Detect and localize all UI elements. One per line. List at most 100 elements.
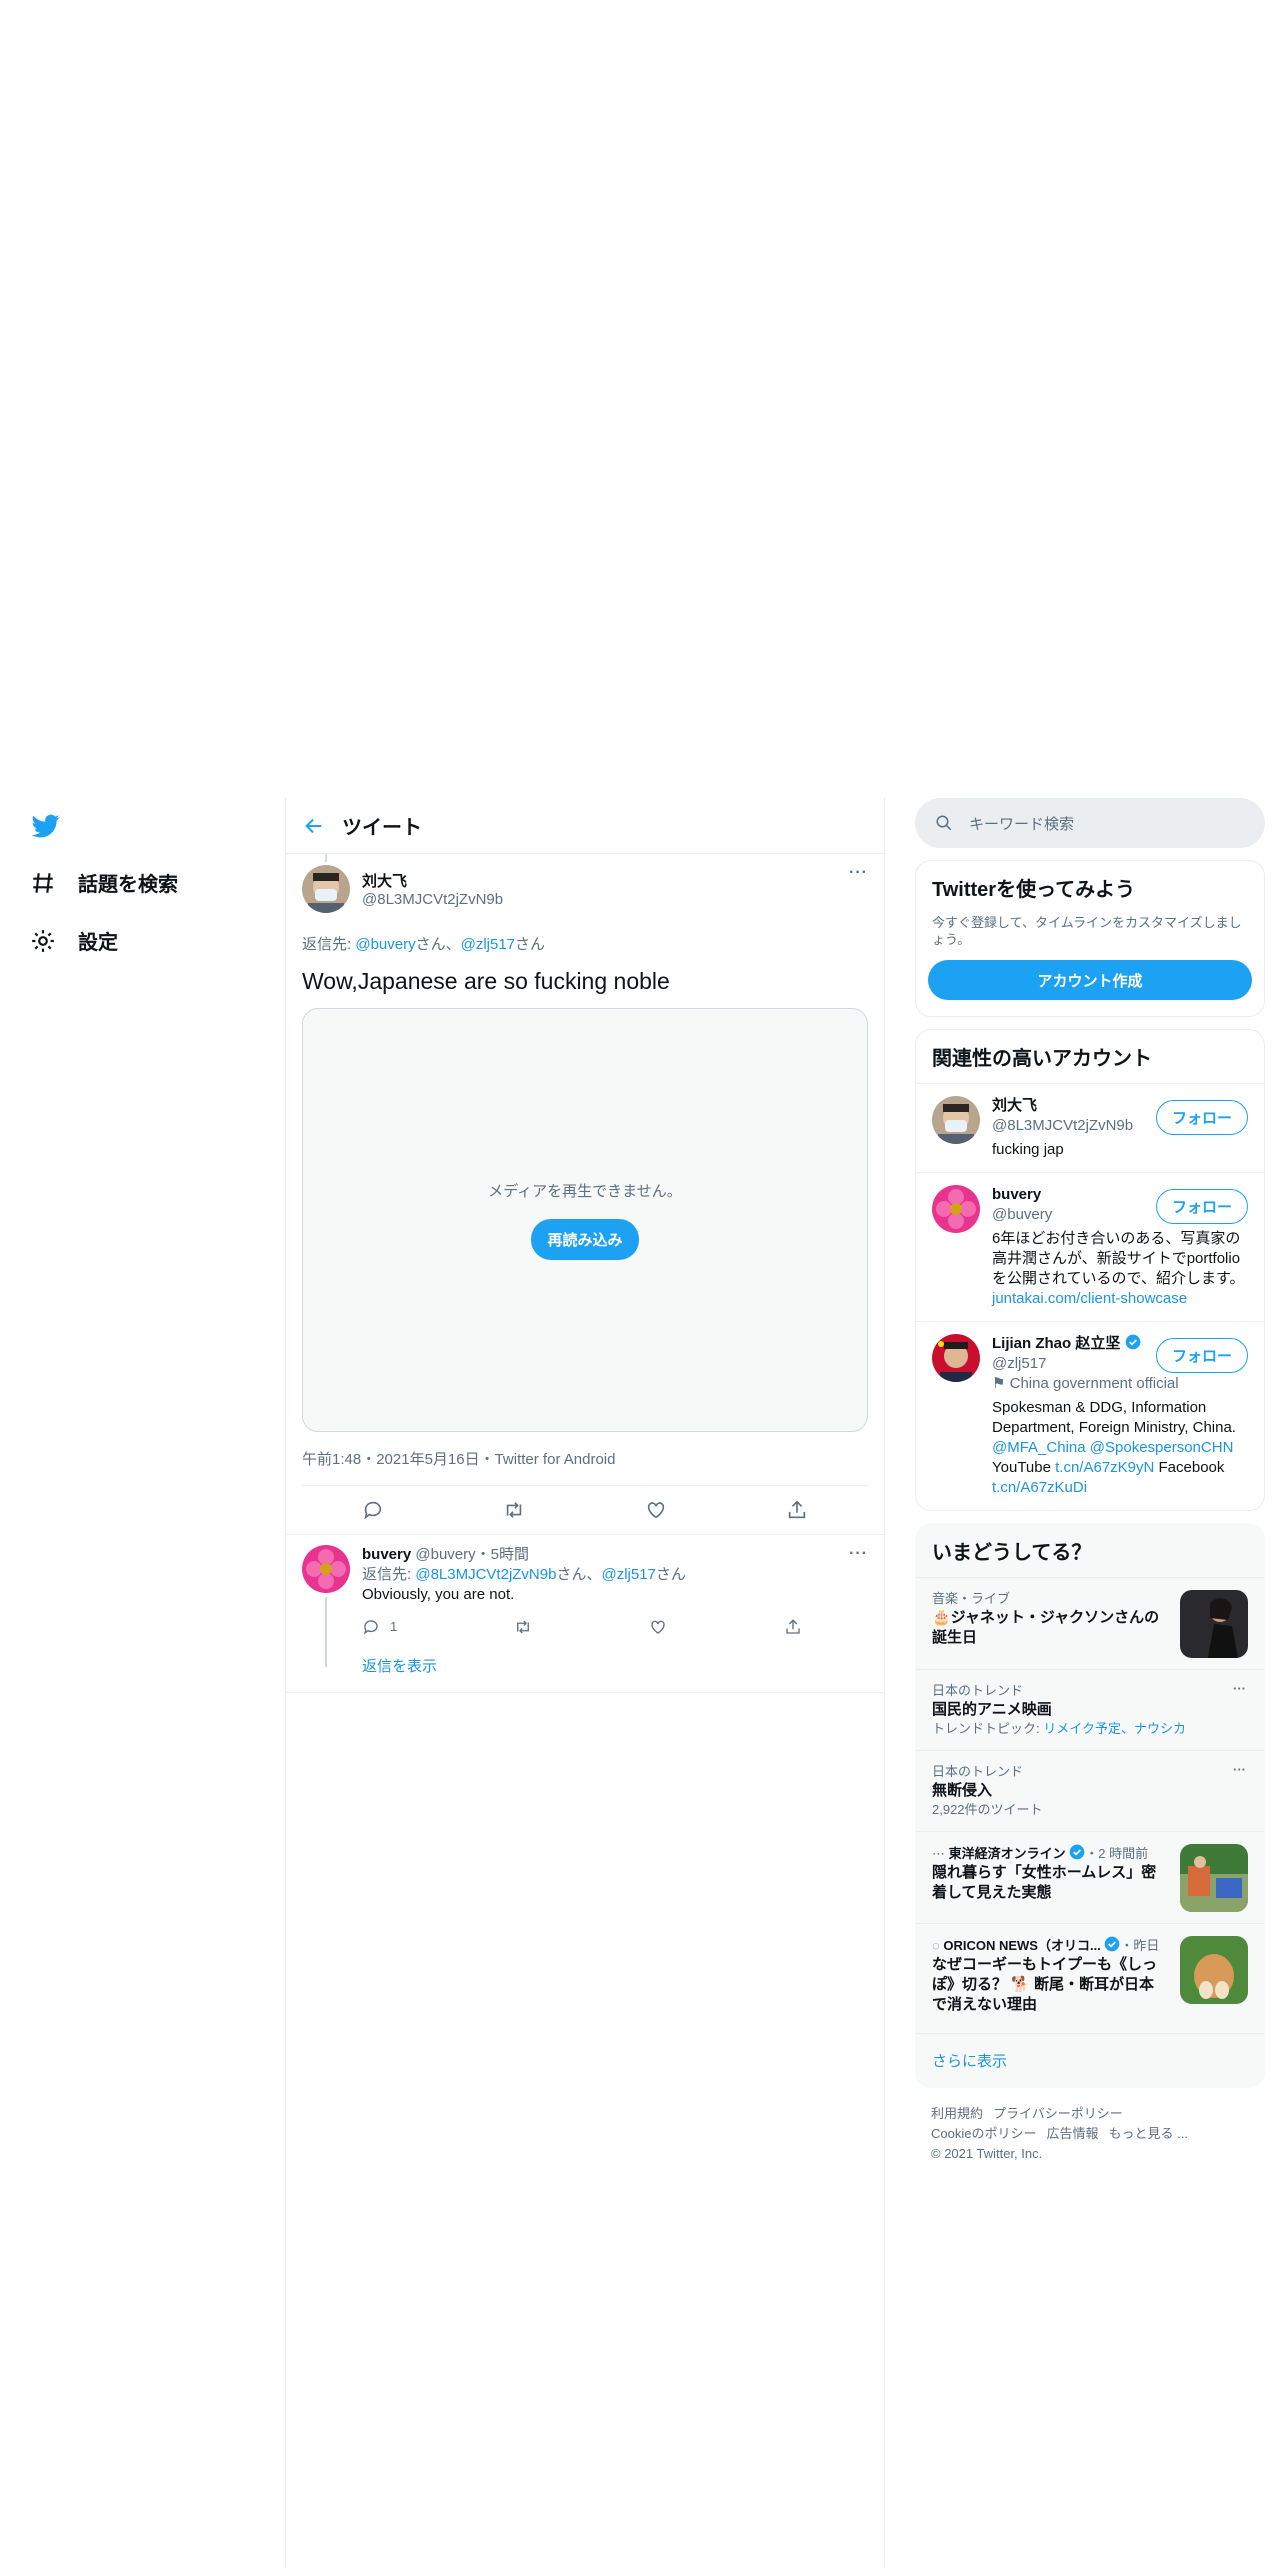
- bio-facebook-label: Facebook: [1154, 1459, 1225, 1476]
- retweet-icon: [517, 1620, 530, 1634]
- trend-topic-link[interactable]: リメイク予定、ナウシカ: [1043, 1721, 1186, 1736]
- reply-tweet[interactable]: ··· buvery @buvery・5時間 返信先: @8L3MJCVt2jZ…: [286, 1535, 884, 1693]
- retweet-action[interactable]: [514, 1617, 532, 1637]
- thread-line: [325, 1597, 327, 1667]
- avatar[interactable]: [932, 1334, 980, 1382]
- back-button[interactable]: [286, 798, 342, 854]
- share-action[interactable]: [784, 1617, 802, 1637]
- news-time: ・昨日: [1120, 1938, 1160, 1953]
- account-bio: fucking jap: [992, 1141, 1064, 1158]
- more-options-icon[interactable]: ···: [849, 864, 868, 882]
- account-item[interactable]: buvery @buvery 6年ほどお付き合いのある、写真家の高井潤さんが、新…: [916, 1172, 1264, 1321]
- trend-tweet-count: 2,922件のツイート: [932, 1802, 1043, 1817]
- reply-user-link[interactable]: @zlj517: [461, 936, 515, 953]
- media-error-message: メディアを再生できません。: [488, 1183, 682, 1200]
- footer-link[interactable]: 広告情報: [1046, 2126, 1098, 2141]
- bio-facebook-link[interactable]: t.cn/A67zKuDi: [992, 1479, 1087, 1496]
- reply-time[interactable]: ・5時間: [476, 1546, 529, 1563]
- footer-links-row: Cookieのポリシー 広告情報 もっと見る ...: [931, 2124, 1249, 2144]
- bio-mention-link[interactable]: @MFA_China: [992, 1439, 1086, 1456]
- nav-explore-label: 話題を検索: [78, 874, 178, 896]
- more-options-icon[interactable]: ···: [849, 1545, 868, 1563]
- trend-item[interactable]: ··· 日本のトレンド 無断侵入 2,922件のツイート: [916, 1750, 1264, 1831]
- account-item[interactable]: 刘大飞 @8L3MJCVt2jZvN9b fucking jap フォロー: [916, 1083, 1264, 1172]
- media-player[interactable]: メディアを再生できません。 再読み込み: [302, 1008, 868, 1432]
- more-options-icon[interactable]: ···: [1233, 1761, 1246, 1779]
- reply-to-line: 返信先: @8L3MJCVt2jZvN9bさん、@zlj517さん: [362, 1565, 868, 1585]
- reply-author-handle[interactable]: @buvery: [415, 1546, 475, 1563]
- reply-user-link[interactable]: @zlj517: [601, 1566, 655, 1583]
- share-icon[interactable]: [786, 1499, 808, 1521]
- avatar[interactable]: [302, 1545, 350, 1593]
- avatar[interactable]: [932, 1185, 980, 1233]
- reply-author-name[interactable]: buvery: [362, 1546, 411, 1563]
- news-thumbnail: [1180, 1844, 1248, 1912]
- news-source: 東洋経済オンライン: [948, 1846, 1066, 1861]
- account-bio-link[interactable]: juntakai.com/client-showcase: [992, 1290, 1187, 1307]
- reply-icon[interactable]: [362, 1499, 384, 1521]
- retweet-icon[interactable]: [503, 1499, 525, 1521]
- trend-subtext: トレンドトピック: リメイク予定、ナウシカ: [932, 1720, 1248, 1738]
- trend-title: 🎂ジャネット・ジャクソンさんの誕生日: [932, 1609, 1160, 1646]
- search-placeholder: キーワード検索: [969, 815, 1075, 833]
- news-time: ・2 時間前: [1085, 1846, 1149, 1861]
- create-account-button[interactable]: アカウント作成: [928, 960, 1252, 1000]
- news-item[interactable]: ⋯ 東洋経済オンライン ・2 時間前 隠れ暮らす「女性ホームレス」密着して見えた…: [916, 1831, 1264, 1923]
- news-source-icon: ◌: [932, 1938, 944, 1953]
- news-source-icon: ⋯: [932, 1846, 949, 1861]
- trend-title: 国民的アニメ映画: [932, 1701, 1052, 1718]
- nav-settings-label: 設定: [78, 932, 118, 954]
- footer-link[interactable]: 利用規約: [931, 2106, 983, 2121]
- avatar[interactable]: [302, 865, 350, 913]
- footer-link[interactable]: もっと見る ...: [1108, 2126, 1187, 2141]
- bio-youtube-label: YouTube: [992, 1459, 1056, 1476]
- author-name[interactable]: 刘大飞: [362, 870, 503, 891]
- flag-icon: ⚑: [992, 1375, 1010, 1392]
- signup-card: Twitterを使ってみよう 今すぐ登録して、タイムラインをカスタマイズしましょ…: [915, 860, 1265, 1017]
- reply-prefix: 返信先:: [362, 1566, 416, 1583]
- like-action[interactable]: [649, 1617, 667, 1637]
- trend-item[interactable]: 音楽・ライブ 🎂ジャネット・ジャクソンさんの誕生日: [916, 1577, 1264, 1669]
- reply-user-link[interactable]: @8L3MJCVt2jZvN9b: [415, 1566, 556, 1583]
- account-bio-text: 6年ほどお付き合いのある、写真家の高井潤さんが、新設サイトでportfolioを…: [992, 1230, 1245, 1287]
- like-icon: [651, 1620, 665, 1634]
- reply-action[interactable]: 1: [362, 1617, 397, 1637]
- footer-links-row: 利用規約 プライバシーポリシー: [931, 2104, 1249, 2124]
- avatar[interactable]: [932, 1096, 980, 1144]
- reply-actions: 1: [362, 1617, 802, 1637]
- footer-link[interactable]: プライバシーポリシー: [993, 2106, 1123, 2121]
- news-title: 隠れ暮らす「女性ホームレス」密着して見えた実態: [932, 1864, 1157, 1901]
- like-icon[interactable]: [645, 1499, 667, 1521]
- twitter-logo-icon[interactable]: [30, 812, 62, 840]
- show-replies-link[interactable]: 返信を表示: [362, 1657, 868, 1677]
- reply-user-link[interactable]: @buvery: [355, 936, 415, 953]
- trends-title: いまどうしてる？: [932, 1542, 1092, 1564]
- reply-sep: さん、: [415, 936, 461, 953]
- follow-button[interactable]: フォロー: [1155, 1338, 1248, 1373]
- follow-button[interactable]: フォロー: [1155, 1189, 1248, 1224]
- verified-badge-icon: [1125, 1334, 1140, 1350]
- back-arrow-icon: [305, 818, 322, 833]
- hashtag-icon: [33, 872, 53, 893]
- search-input[interactable]: キーワード検索: [915, 798, 1265, 848]
- page-title: ツイート: [342, 817, 422, 839]
- news-thumbnail: [1180, 1936, 1248, 2004]
- trend-item[interactable]: ··· 日本のトレンド 国民的アニメ映画 トレンドトピック: リメイク予定、ナウ…: [916, 1669, 1264, 1750]
- follow-button[interactable]: フォロー: [1155, 1100, 1248, 1135]
- more-options-icon[interactable]: ···: [1233, 1680, 1246, 1698]
- related-accounts-card: 関連性の高いアカウント 刘大飞 @8L3MJCVt2jZvN9b fucking…: [915, 1029, 1265, 1511]
- bio-mention-link[interactable]: @SpokespersonCHN: [1090, 1439, 1234, 1456]
- nav-settings[interactable]: 設定: [30, 926, 118, 955]
- account-item[interactable]: Lijian Zhao 赵立坚 @zlj517 ⚑ China governme…: [916, 1321, 1264, 1510]
- news-item[interactable]: ◌ ORICON NEWS（オリコ... ・昨日 なぜコーギーもトイプーも《しっ…: [916, 1923, 1264, 2033]
- author-handle[interactable]: @8L3MJCVt2jZvN9b: [362, 891, 503, 908]
- show-more-link[interactable]: さらに表示: [916, 2033, 1264, 2087]
- reload-button[interactable]: 再読み込み: [531, 1219, 639, 1260]
- trend-context: 日本のトレンド: [932, 1764, 1024, 1779]
- nav-explore[interactable]: 話題を検索: [30, 868, 178, 897]
- bio-youtube-link[interactable]: t.cn/A67zK9yN: [1055, 1459, 1154, 1476]
- reply-author-line: buvery @buvery・5時間: [362, 1545, 868, 1565]
- footer-link[interactable]: Cookieのポリシー: [931, 2126, 1036, 2141]
- trend-context: 日本のトレンド: [932, 1683, 1024, 1698]
- tweet-meta[interactable]: 午前1:48・2021年5月16日・Twitter for Android: [302, 1432, 868, 1486]
